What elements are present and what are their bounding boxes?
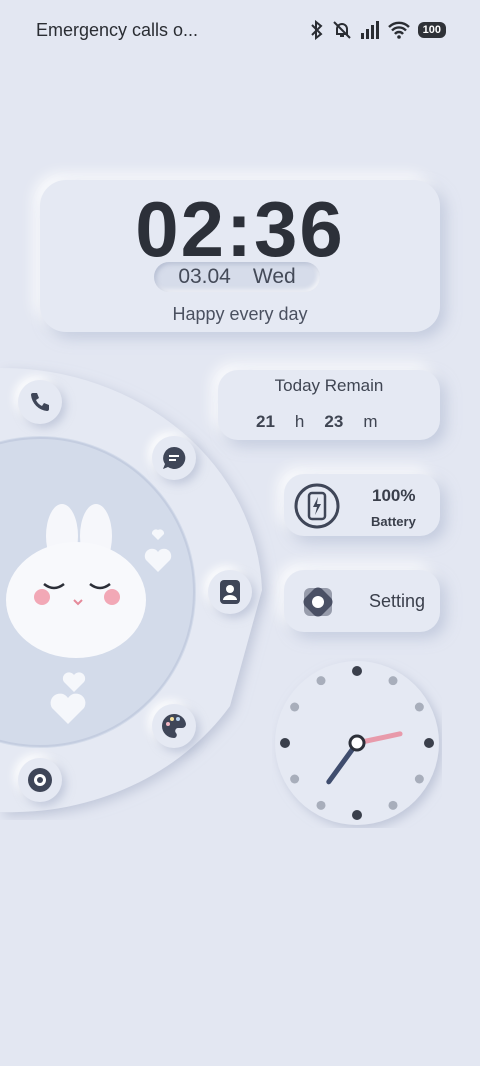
clock-tick: [280, 738, 290, 748]
battery-label: Battery: [371, 514, 416, 529]
contacts-icon: [220, 580, 240, 604]
clock-center-pin: [348, 734, 366, 752]
bunny-illustration: [6, 504, 172, 724]
contacts-app-button[interactable]: [208, 570, 252, 614]
camera-lens-icon: [28, 768, 52, 792]
date-text: 03.04: [178, 265, 231, 288]
camera-app-button[interactable]: [18, 758, 62, 802]
clock-tick: [388, 676, 398, 686]
message-icon: [163, 446, 186, 469]
motto-text: Happy every day: [172, 304, 308, 324]
clock-tick: [316, 800, 326, 810]
analog-clock[interactable]: [272, 658, 442, 828]
remain-minutes-unit: m: [363, 412, 378, 431]
theme-palette-icon: [162, 713, 186, 738]
clock-tick: [414, 774, 424, 784]
clock-tick: [290, 774, 300, 784]
clock-tick: [388, 800, 398, 810]
clock-tick: [352, 810, 362, 820]
remain-minutes: 23: [324, 412, 344, 431]
message-app-button[interactable]: [152, 436, 196, 480]
signal-icon: [360, 21, 379, 39]
status-bar: Emergency calls o... 100: [0, 0, 480, 60]
battery-percent: 100%: [372, 486, 416, 505]
phone-app-button[interactable]: [18, 380, 62, 424]
clock-tick: [414, 702, 424, 712]
wifi-icon: [387, 21, 410, 39]
theme-app-button[interactable]: [152, 704, 196, 748]
setting-label: Setting: [369, 591, 426, 611]
mute-bell-icon: [332, 21, 351, 39]
clock-tick: [290, 702, 300, 712]
phone-icon: [31, 393, 49, 411]
carrier-status-text: Emergency calls o...: [36, 20, 199, 40]
battery-level-badge: 100: [417, 22, 446, 38]
clock-tick: [424, 738, 434, 748]
bluetooth-icon: [310, 20, 323, 40]
clock-tick: [352, 666, 362, 676]
date-pill: 03.04 Wed: [154, 262, 320, 292]
clock-widget[interactable]: 02:36 03.04 Wed Happy every day: [40, 180, 440, 332]
weekday-text: Wed: [252, 265, 296, 288]
clock-tick: [316, 676, 326, 686]
